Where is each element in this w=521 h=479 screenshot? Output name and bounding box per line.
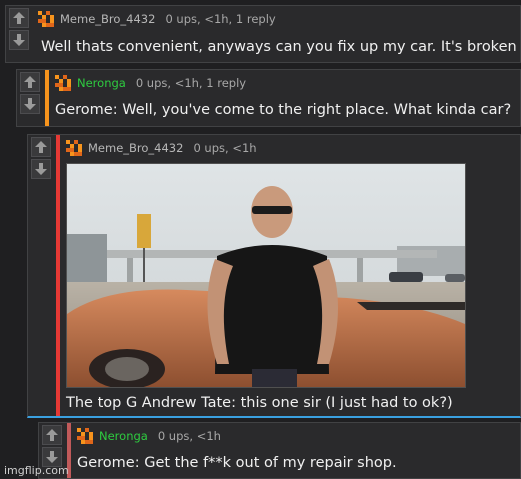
downvote-arrow-icon (35, 163, 47, 175)
comment-image[interactable] (66, 163, 466, 388)
comment-text: Gerome: Well, you've come to the right p… (55, 102, 512, 118)
upvote-button[interactable] (9, 8, 29, 28)
username[interactable]: Meme_Bro_4432 (88, 141, 183, 155)
comment-meta: 0 ups, <1h, 1 reply (165, 12, 276, 26)
downvote-arrow-icon (46, 451, 58, 463)
comment-2: Neronga 0 ups, <1h, 1 reply Gerome: Well… (16, 69, 521, 127)
photo-illustration (67, 164, 465, 387)
downvote-button[interactable] (20, 94, 40, 114)
upvote-button[interactable] (31, 137, 51, 157)
upvote-arrow-icon (46, 429, 58, 441)
comment-header: Neronga 0 ups, <1h (77, 428, 221, 444)
upvote-arrow-icon (13, 12, 25, 24)
comment-4: Neronga 0 ups, <1h Gerome: Get the f**k … (38, 422, 521, 479)
comment-meta: 0 ups, <1h (157, 429, 221, 443)
downvote-arrow-icon (24, 98, 36, 110)
upvote-button[interactable] (20, 72, 40, 92)
username[interactable]: Meme_Bro_4432 (60, 12, 155, 26)
comment-meta: 0 ups, <1h, 1 reply (135, 76, 247, 90)
reply-thread-bar (56, 135, 60, 416)
comment-header: Neronga 0 ups, <1h, 1 reply (55, 75, 246, 91)
downvote-arrow-icon (13, 34, 25, 46)
upvote-arrow-icon (35, 141, 47, 153)
upvote-button[interactable] (42, 425, 62, 445)
comment-meta: 0 ups, <1h (193, 141, 257, 155)
comment-header: Meme_Bro_4432 0 ups, <1h (66, 140, 257, 156)
upvote-arrow-icon (24, 76, 36, 88)
comment-1: Meme_Bro_4432 0 ups, <1h, 1 reply Well t… (5, 5, 521, 63)
imgflip-watermark: imgflip.com (4, 464, 69, 477)
comment-text: Well thats convenient, anyways can you f… (41, 39, 517, 55)
comment-3: Meme_Bro_4432 0 ups, <1h The top G Andre… (27, 134, 521, 418)
downvote-button[interactable] (31, 159, 51, 179)
comment-text: Gerome: Get the f**k out of my repair sh… (77, 455, 397, 471)
pixel-avatar-icon[interactable] (77, 428, 95, 444)
vote-controls (28, 135, 54, 179)
comment-header: Meme_Bro_4432 0 ups, <1h, 1 reply (38, 11, 276, 27)
username[interactable]: Neronga (77, 76, 126, 90)
vote-controls (39, 423, 65, 467)
pixel-avatar-icon[interactable] (66, 140, 84, 156)
comment-text: The top G Andrew Tate: this one sir (I j… (66, 395, 453, 411)
downvote-button[interactable] (9, 30, 29, 50)
pixel-avatar-icon[interactable] (38, 11, 56, 27)
vote-controls (6, 6, 32, 50)
reply-thread-bar (45, 70, 49, 126)
username[interactable]: Neronga (99, 429, 148, 443)
pixel-avatar-icon[interactable] (55, 75, 73, 91)
vote-controls (17, 70, 43, 114)
